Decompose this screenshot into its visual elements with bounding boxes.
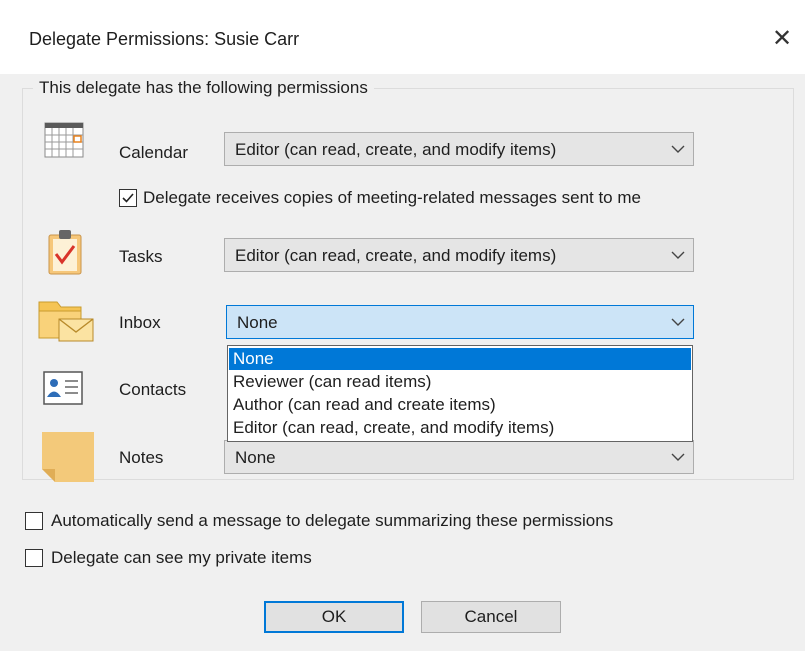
close-icon[interactable]: ✕ [768,24,796,52]
inbox-permission-value: None [237,313,278,332]
chevron-down-icon [671,145,685,153]
calendar-permission-select[interactable]: Editor (can read, create, and modify ite… [224,132,694,166]
notes-permission-select[interactable]: None [224,440,694,474]
inbox-icon [37,294,95,344]
permissions-group-legend: This delegate has the following permissi… [33,78,374,98]
dropdown-option-author[interactable]: Author (can read and create items) [229,394,691,416]
auto-send-label: Automatically send a message to delegate… [51,511,614,530]
tasks-permission-value: Editor (can read, create, and modify ite… [235,246,557,265]
dropdown-option-none[interactable]: None [229,348,691,370]
checkmark-icon [122,193,134,203]
dropdown-option-reviewer[interactable]: Reviewer (can read items) [229,371,691,393]
dialog-title: Delegate Permissions: Susie Carr [29,29,300,49]
calendar-permission-value: Editor (can read, create, and modify ite… [235,140,557,159]
dropdown-option-editor[interactable]: Editor (can read, create, and modify ite… [229,417,691,439]
cancel-button[interactable]: Cancel [421,601,561,633]
tasks-label: Tasks [119,247,163,266]
inbox-permission-select[interactable]: None [226,305,694,339]
auto-send-checkbox[interactable] [25,512,43,530]
private-items-label: Delegate can see my private items [51,548,312,567]
contacts-icon [43,371,83,405]
chevron-down-icon [671,318,685,326]
chevron-down-icon [671,453,685,461]
inbox-label: Inbox [119,313,161,332]
calendar-label: Calendar [119,143,188,162]
dialog-titlebar: Delegate Permissions: Susie Carr ✕ [0,0,805,74]
notes-icon [41,431,95,483]
meeting-copies-checkbox[interactable] [119,189,137,207]
calendar-icon [44,122,84,158]
tasks-permission-select[interactable]: Editor (can read, create, and modify ite… [224,238,694,272]
meeting-copies-label: Delegate receives copies of meeting-rela… [143,188,641,207]
notes-permission-value: None [235,448,276,467]
chevron-down-icon [671,251,685,259]
tasks-icon [48,229,82,275]
notes-label: Notes [119,448,164,467]
contacts-label: Contacts [119,380,187,399]
inbox-dropdown-list: None Reviewer (can read items) Author (c… [227,345,693,442]
ok-button[interactable]: OK [264,601,404,633]
private-items-checkbox[interactable] [25,549,43,567]
